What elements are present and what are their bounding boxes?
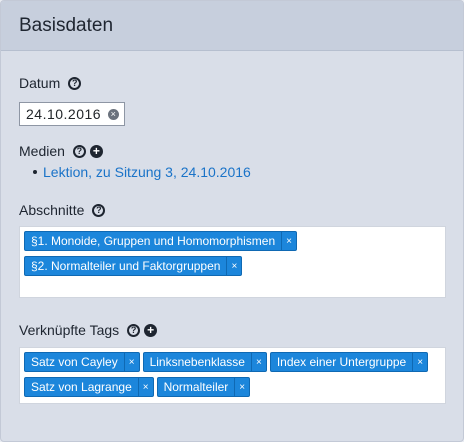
medien-link[interactable]: Lektion, zu Sitzung 3, 24.10.2016 [43,164,251,180]
tag-label: Satz von Lagrange [31,380,132,394]
linked-tag: Satz von Lagrange × [24,377,154,397]
datum-label: Datum [19,75,61,91]
abschnitt-tag: §2. Normalteiler und Faktorgruppen × [24,256,243,276]
help-icon[interactable]: ? [92,203,106,217]
card-title: Basisdaten [19,14,114,36]
plus-icon[interactable]: + [89,144,103,158]
abschnitte-select[interactable]: §1. Monoide, Gruppen und Homomorphismen … [19,226,446,298]
tag-label: Normalteiler [163,380,229,394]
help-icon[interactable]: ? [68,76,82,90]
medien-list: Lektion, zu Sitzung 3, 24.10.2016 [33,164,251,180]
help-icon[interactable]: ? [72,144,86,158]
clear-icon[interactable]: × [108,109,119,120]
linked-tag: Index einer Untergruppe × [269,352,429,372]
tags-label-row: Verknüpfte Tags ? + [19,322,158,338]
medien-label: Medien [19,143,65,159]
tag-label: §1. Monoide, Gruppen und Homomorphismen [31,234,276,248]
plus-icon[interactable]: + [144,323,158,337]
datum-input[interactable]: 24.10.2016 × [19,102,125,126]
remove-tag-icon[interactable]: × [412,353,427,371]
help-icon[interactable]: ? [127,323,141,337]
tag-label: Index einer Untergruppe [276,355,407,369]
datum-value: 24.10.2016 [26,106,102,122]
remove-tag-icon[interactable]: × [123,353,139,371]
abschnitte-label: Abschnitte [19,202,85,218]
basisdaten-card: Basisdaten Datum ? 24.10.2016 × Medien ?… [0,0,464,442]
tag-label: Satz von Cayley [31,355,118,369]
remove-tag-icon[interactable]: × [281,232,296,250]
remove-tag-icon[interactable]: × [137,378,153,396]
linked-tag: Linksnebenklasse × [142,352,267,372]
remove-tag-icon[interactable]: × [250,353,266,371]
linked-tag: Normalteiler × [156,377,251,397]
remove-tag-icon[interactable]: × [226,257,241,275]
medien-label-row: Medien ? + [19,143,103,159]
abschnitte-label-row: Abschnitte ? [19,202,106,218]
datum-label-row: Datum ? [19,75,82,91]
tags-label: Verknüpfte Tags [19,322,120,338]
tag-label: §2. Normalteiler und Faktorgruppen [31,259,221,273]
tags-select[interactable]: Satz von Cayley × Linksnebenklasse × Ind… [19,347,446,404]
card-header: Basisdaten [1,1,463,51]
linked-tag: Satz von Cayley × [24,352,140,372]
tag-label: Linksnebenklasse [149,355,245,369]
list-bullet [33,170,37,174]
abschnitt-tag: §1. Monoide, Gruppen und Homomorphismen … [24,231,297,251]
remove-tag-icon[interactable]: × [234,378,249,396]
